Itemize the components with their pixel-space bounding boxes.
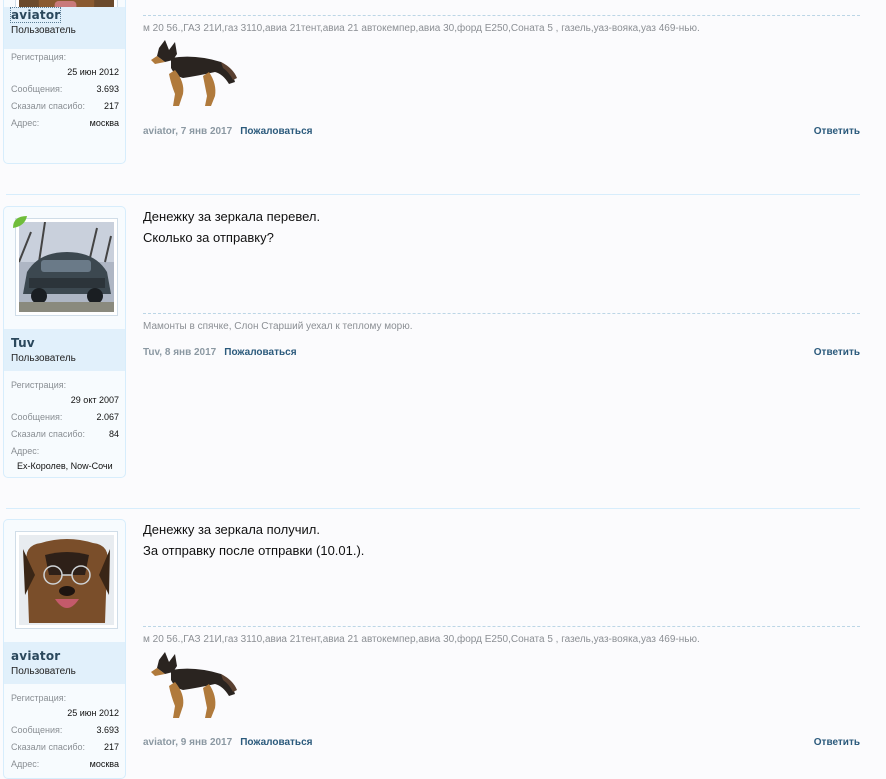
post-2-message-line-1: Денежку за зеркала перевел.	[143, 209, 321, 224]
post-1-posts-label: Сообщения:	[11, 84, 63, 94]
post-3-avatar[interactable]	[15, 531, 118, 629]
post-2-reply-button[interactable]: Ответить	[814, 347, 860, 358]
post-2-address-label: Адрес:	[11, 446, 40, 456]
post-1-thanks-label: Сказали спасибо:	[11, 101, 86, 111]
post-3-message-line-2: За отправку после отправки (10.01.).	[143, 543, 365, 558]
post-2-author-date[interactable]: Tuv, 8 янв 2017	[143, 347, 216, 358]
post-2-username[interactable]: Tuv	[11, 336, 35, 350]
post-3-author-date[interactable]: aviator, 9 янв 2017	[143, 737, 232, 748]
post-1-user-title: Пользователь	[11, 25, 76, 36]
post-1-address-label: Адрес:	[11, 118, 40, 128]
post-1-address-value: москва	[89, 118, 119, 128]
post-3-user-panel: aviator Пользователь Регистрация: 25 июн…	[3, 519, 126, 779]
post-3-thanks-label: Сказали спасибо:	[11, 742, 86, 752]
post-2-user-title: Пользователь	[11, 353, 76, 364]
post-1-user-panel: aviator Пользователь Регистрация: 25 июн…	[3, 0, 126, 164]
post-3-reg-label: Регистрация:	[11, 693, 67, 703]
post-separator-1	[6, 194, 860, 195]
post-3-meta: aviator, 9 янв 2017 Пожаловаться	[143, 737, 312, 748]
post-2-message: Денежку за зеркала перевел. Сколько за о…	[143, 206, 320, 248]
post-2-signature: Мамонты в спячке, Слон Старший уехал к т…	[143, 321, 413, 332]
old-car-avatar-image	[19, 222, 114, 312]
post-1-reg-value: 25 июн 2012	[67, 67, 119, 77]
post-separator-2	[6, 508, 860, 509]
post-2-thanks-label: Сказали спасибо:	[11, 429, 86, 439]
post-2-posts-label: Сообщения:	[11, 412, 63, 422]
post-3-signature: м 20 56.,ГАЗ 21И,газ 3110,авиа 21тент,ав…	[143, 634, 700, 645]
post-3-message: Денежку за зеркала получил. За отправку …	[143, 519, 364, 561]
post-1-author-date[interactable]: aviator, 7 янв 2017	[143, 126, 232, 137]
post-3-user-title: Пользователь	[11, 666, 76, 677]
post-1-posts-value: 3.693	[96, 84, 119, 94]
post-1-reply-button[interactable]: Ответить	[814, 126, 860, 137]
post-3-username[interactable]: aviator	[11, 649, 60, 663]
dog-with-glasses-avatar-image	[19, 535, 114, 625]
post-3-reg-value: 25 июн 2012	[67, 708, 119, 718]
post-3-report-link[interactable]: Пожаловаться	[240, 737, 312, 748]
post-2-meta: Tuv, 8 янв 2017 Пожаловаться	[143, 347, 297, 358]
post-1-meta: aviator, 7 янв 2017 Пожаловаться	[143, 126, 312, 137]
post-2-posts-value: 2.067	[96, 412, 119, 422]
post-3-signature-divider	[143, 626, 860, 627]
post-2-avatar[interactable]	[15, 218, 118, 316]
post-1-signature-divider	[143, 15, 860, 16]
post-2-message-line-2: Сколько за отправку?	[143, 230, 274, 245]
post-3-dog-gif	[151, 652, 237, 718]
post-3-message-line-1: Денежку за зеркала получил.	[143, 522, 320, 537]
post-3-address-value: москва	[89, 759, 119, 769]
post-2-signature-divider	[143, 313, 860, 314]
post-1-reg-label: Регистрация:	[11, 52, 67, 62]
post-2-address-value: Ex-Королев, Now-Сочи	[17, 461, 113, 471]
post-2-user-panel: Tuv Пользователь Регистрация: 29 окт 200…	[3, 206, 126, 478]
post-1-report-link[interactable]: Пожаловаться	[240, 126, 312, 137]
post-1-dog-gif	[151, 40, 237, 106]
post-2-reg-label: Регистрация:	[11, 380, 67, 390]
post-2-reg-value: 29 окт 2007	[70, 395, 119, 405]
post-2-report-link[interactable]: Пожаловаться	[224, 347, 296, 358]
post-2-thanks-value: 84	[108, 429, 119, 439]
post-1-thanks-value: 217	[103, 101, 119, 111]
post-3-reply-button[interactable]: Ответить	[814, 737, 860, 748]
post-1-signature: м 20 56.,ГАЗ 21И,газ 3110,авиа 21тент,ав…	[143, 23, 700, 34]
post-1-username[interactable]: aviator	[9, 7, 62, 23]
post-3-thanks-value: 217	[103, 742, 119, 752]
post-3-address-label: Адрес:	[11, 759, 40, 769]
post-3-posts-value: 3.693	[96, 725, 119, 735]
post-3-posts-label: Сообщения:	[11, 725, 63, 735]
online-indicator-icon	[13, 216, 27, 228]
